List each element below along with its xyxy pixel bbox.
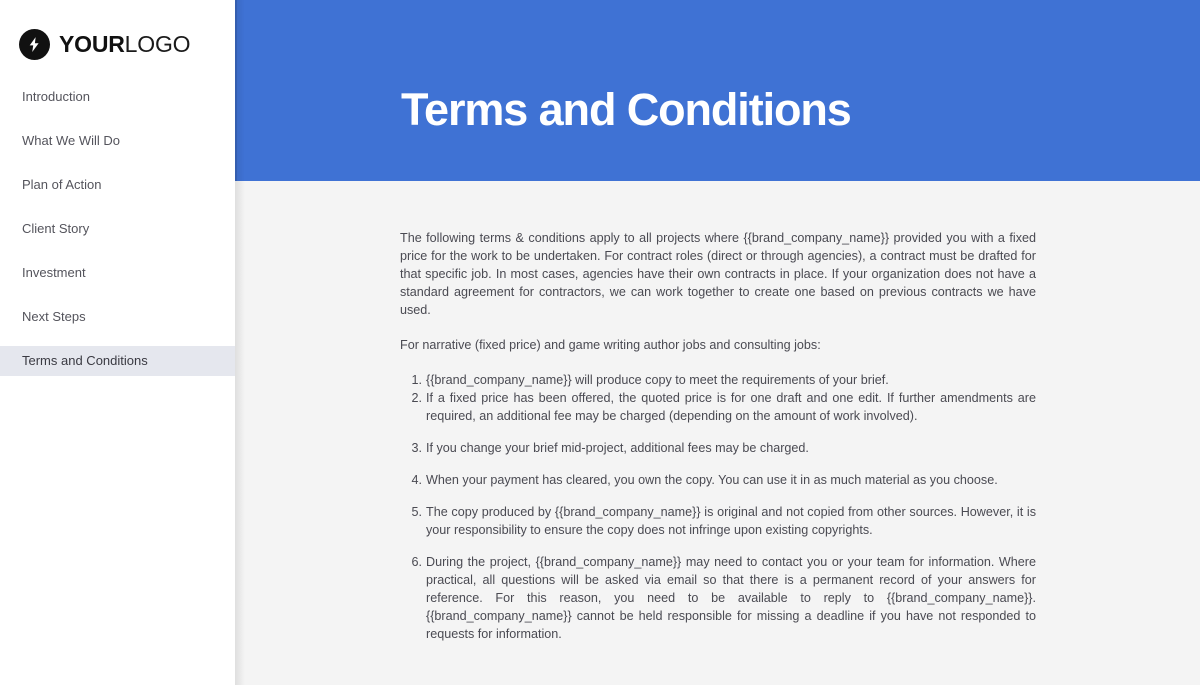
sidebar-item-what-we-will-do[interactable]: What We Will Do (0, 126, 235, 156)
brand-name-bold: YOUR (59, 31, 125, 57)
list-item: If you change your brief mid-project, ad… (410, 439, 809, 457)
page-title: Terms and Conditions (401, 84, 852, 136)
document-page: YOURLOGO Introduction What We Will Do Pl… (0, 0, 1200, 685)
sidebar-item-investment[interactable]: Investment (0, 258, 235, 288)
sidebar: YOURLOGO Introduction What We Will Do Pl… (0, 0, 245, 685)
brand-name-light: LOGO (124, 31, 191, 57)
lightning-bolt-icon (19, 29, 50, 60)
terms-list: {{brand_company_name}} will produce copy… (400, 371, 1036, 643)
list-item: When your payment has cleared, you own t… (410, 471, 998, 489)
main-content: Terms and Conditions The following terms… (235, 0, 1200, 685)
sidebar-item-next-steps[interactable]: Next Steps (0, 302, 235, 332)
sidebar-item-client-story[interactable]: Client Story (0, 214, 235, 244)
list-item: During the project, {{brand_company_name… (410, 553, 1036, 641)
list-item: If a fixed price has been offered, the q… (410, 389, 1036, 423)
section-lead-paragraph: For narrative (fixed price) and game wri… (400, 338, 821, 352)
sidebar-item-terms-and-conditions[interactable]: Terms and Conditions (0, 346, 235, 376)
sidebar-item-plan-of-action[interactable]: Plan of Action (0, 170, 235, 200)
sidebar-nav: Introduction What We Will Do Plan of Act… (0, 82, 235, 376)
content-column: The following terms & conditions apply t… (400, 229, 1036, 643)
intro-paragraph: The following terms & conditions apply t… (400, 231, 1036, 317)
sidebar-item-introduction[interactable]: Introduction (0, 82, 235, 112)
list-item: {{brand_company_name}} will produce copy… (410, 371, 889, 389)
brand-name: YOURLOGO (59, 31, 191, 57)
terms-content: The following terms & conditions apply t… (235, 181, 1200, 643)
list-item: The copy produced by {{brand_company_nam… (410, 503, 1036, 537)
brand-logo[interactable]: YOURLOGO (0, 0, 235, 62)
page-banner: Terms and Conditions (235, 0, 1200, 181)
